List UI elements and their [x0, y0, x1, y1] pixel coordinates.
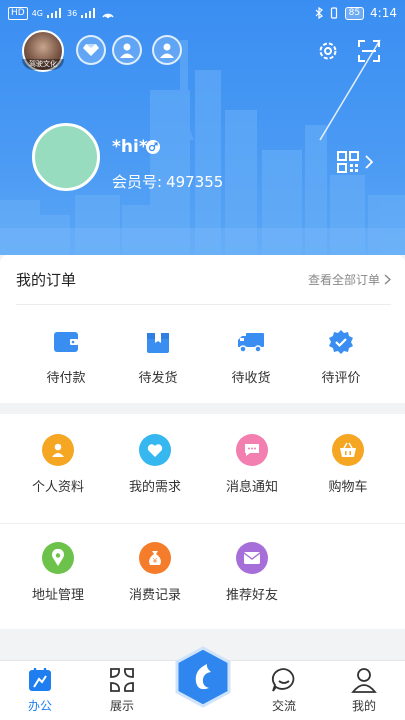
order-label: 待收货: [231, 371, 271, 386]
member-number-row: 会员号: 497355: [112, 171, 227, 192]
grid-leaf-icon: [107, 665, 137, 695]
view-all-orders-link[interactable]: 查看全部订单: [308, 271, 391, 288]
user-icon: [349, 665, 379, 695]
signal-36-label: 36: [67, 8, 78, 18]
vibrate-icon: [330, 7, 337, 19]
order-pending-payment[interactable]: 待付款: [25, 327, 107, 386]
service-shopping-cart[interactable]: 购物车: [307, 434, 389, 495]
signal-4g-label: 4G: [31, 8, 43, 18]
order-label: 待付款: [46, 371, 86, 386]
chevron-right-icon: [365, 155, 373, 169]
nav-tab-display[interactable]: 展示: [92, 665, 152, 714]
profile-avatar[interactable]: [32, 123, 100, 191]
gear-icon: [319, 42, 337, 60]
service-consumption-records[interactable]: ¥ 消费记录: [114, 542, 196, 603]
chat-icon: [236, 434, 268, 466]
mail-icon: [236, 542, 268, 574]
center-action-button[interactable]: [174, 646, 232, 708]
service-my-needs[interactable]: 我的需求: [114, 434, 196, 495]
service-refer-friends[interactable]: 推荐好友: [211, 542, 293, 603]
orders-header: 我的订单 查看全部订单: [16, 255, 391, 305]
orders-title: 我的订单: [16, 271, 77, 289]
chevron-right-icon: [384, 274, 391, 285]
bluetooth-icon: [315, 7, 323, 19]
money-bag-icon: ¥: [139, 542, 171, 574]
orders-card: 我的订单 查看全部订单 待付款 待发货 待收货 待评价: [0, 255, 405, 403]
member-number-label: 会员号:: [112, 173, 163, 191]
services-divider: [0, 523, 405, 524]
location-icon: [42, 542, 74, 574]
service-label: 推荐好友: [225, 588, 278, 603]
service-label: 地址管理: [31, 588, 84, 603]
services-card: 个人资料 我的需求 消息通知 购物车 地址管理 ¥ 消费记录 推荐好友: [0, 414, 405, 629]
scan-button[interactable]: [356, 38, 382, 64]
status-time: 4:14: [370, 6, 397, 20]
service-label: 消费记录: [128, 588, 181, 603]
status-bar: HD 4G 36 85 4:14: [0, 0, 405, 26]
user-silhouette-icon: [120, 43, 134, 58]
diamond-icon: [83, 44, 99, 56]
service-label: 购物车: [328, 480, 368, 495]
service-label: 我的需求: [128, 480, 181, 495]
person-icon: [42, 434, 74, 466]
chat-bubble-icon: [269, 665, 299, 695]
nav-label: 我的: [351, 699, 376, 713]
hexagon-logo-icon: [175, 646, 231, 708]
order-pending-review[interactable]: 待评价: [300, 327, 382, 386]
nav-label: 办公: [27, 699, 52, 713]
user-silhouette-icon-2: [160, 43, 174, 58]
wallet-icon: [51, 327, 81, 357]
nav-tab-mine[interactable]: 我的: [334, 665, 394, 714]
heart-icon: [139, 434, 171, 466]
svg-text:¥: ¥: [153, 557, 158, 565]
hd-indicator: HD: [8, 6, 28, 20]
top-avatar-caption: 驾驶文化: [22, 59, 64, 70]
service-notifications[interactable]: 消息通知: [211, 434, 293, 495]
member-number-value: 497355: [166, 173, 224, 191]
service-label: 个人资料: [31, 480, 84, 495]
order-label: 待发货: [138, 371, 178, 386]
nav-tab-office[interactable]: 办公: [10, 665, 70, 714]
service-address[interactable]: 地址管理: [17, 542, 99, 603]
nav-tab-communicate[interactable]: 交流: [254, 665, 314, 714]
male-icon: [148, 142, 158, 152]
nav-label: 展示: [109, 699, 134, 713]
qr-code-button[interactable]: [337, 148, 379, 176]
service-label: 消息通知: [225, 480, 278, 495]
friend-avatar-button-2[interactable]: [152, 35, 182, 65]
service-personal-info[interactable]: 个人资料: [17, 434, 99, 495]
settings-button[interactable]: [315, 38, 341, 64]
signal-bars-icon: [47, 8, 61, 18]
office-icon: [25, 665, 55, 695]
vip-diamond-button[interactable]: [76, 35, 106, 65]
profile-nickname: *hi*: [112, 137, 148, 157]
order-label: 待评价: [321, 371, 361, 386]
box-icon: [143, 327, 173, 357]
hotspot-icon: [102, 13, 114, 19]
battery-indicator: 85: [344, 6, 365, 20]
truck-icon: [236, 327, 266, 357]
signal-bars-icon-2: [81, 8, 96, 18]
order-pending-shipment[interactable]: 待发货: [117, 327, 199, 386]
friend-avatar-button[interactable]: [112, 35, 142, 65]
scan-icon: [358, 40, 380, 62]
view-all-orders-label: 查看全部订单: [307, 273, 380, 287]
profile-header: HD 4G 36 85 4:14 驾驶文化 *hi* 会员号: 497355: [0, 0, 405, 255]
qr-code-icon: [337, 151, 359, 173]
basket-icon: [332, 434, 364, 466]
nav-label: 交流: [271, 699, 296, 713]
order-pending-receipt[interactable]: 待收货: [210, 327, 292, 386]
check-badge-icon: [326, 327, 356, 357]
gender-badge: [146, 140, 160, 154]
